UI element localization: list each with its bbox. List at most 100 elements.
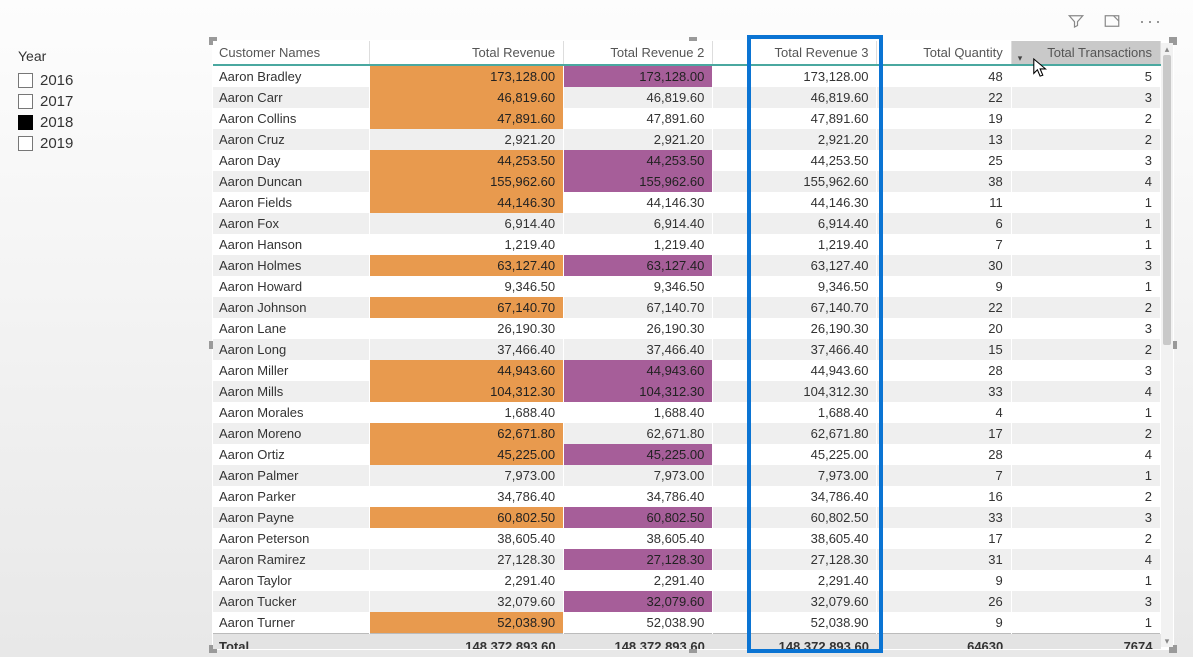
table-row[interactable]: Aaron Fields44,146.3044,146.3044,146.301…: [213, 192, 1161, 213]
cell: 28: [877, 360, 1011, 381]
cell: 45,225.00: [564, 444, 713, 465]
cell: 20: [877, 318, 1011, 339]
cell: 155,962.60: [713, 171, 877, 192]
table-row[interactable]: Aaron Duncan155,962.60155,962.60155,962.…: [213, 171, 1161, 192]
slicer-item-2017[interactable]: 2017: [18, 91, 168, 112]
table-row[interactable]: Aaron Taylor2,291.402,291.402,291.4091: [213, 570, 1161, 591]
column-header[interactable]: Customer Names: [213, 41, 370, 65]
cell: 26,190.30: [713, 318, 877, 339]
checkbox-icon[interactable]: [18, 136, 33, 151]
table-row[interactable]: Aaron Parker34,786.4034,786.4034,786.401…: [213, 486, 1161, 507]
column-header[interactable]: Total Quantity: [877, 41, 1011, 65]
table-row[interactable]: Aaron Ramirez27,128.3027,128.3027,128.30…: [213, 549, 1161, 570]
cell: 2: [1011, 339, 1160, 360]
table-row[interactable]: Aaron Bradley173,128.00173,128.00173,128…: [213, 65, 1161, 87]
cell: 7,973.00: [370, 465, 564, 486]
cell: 173,128.00: [564, 65, 713, 87]
cell: 1,219.40: [370, 234, 564, 255]
cell: 9,346.50: [713, 276, 877, 297]
cell: 3: [1011, 150, 1160, 171]
cell: 52,038.90: [564, 612, 713, 634]
cell: 38: [877, 171, 1011, 192]
cell: 3: [1011, 360, 1160, 381]
cell: 44,253.50: [564, 150, 713, 171]
table-row[interactable]: Aaron Day44,253.5044,253.5044,253.50253: [213, 150, 1161, 171]
cell: 67,140.70: [564, 297, 713, 318]
scroll-down-icon[interactable]: ▾: [1161, 635, 1173, 647]
focus-mode-icon[interactable]: [1103, 12, 1121, 30]
table-row[interactable]: Aaron Howard9,346.509,346.509,346.5091: [213, 276, 1161, 297]
cell: 1,688.40: [564, 402, 713, 423]
table-row[interactable]: Aaron Mills104,312.30104,312.30104,312.3…: [213, 381, 1161, 402]
table-visual: Customer NamesTotal RevenueTotal Revenue…: [212, 40, 1174, 650]
table-row[interactable]: Aaron Collins47,891.6047,891.6047,891.60…: [213, 108, 1161, 129]
scrollbar-thumb[interactable]: [1163, 55, 1171, 345]
cell: 31: [877, 549, 1011, 570]
slicer-item-2019[interactable]: 2019: [18, 133, 168, 154]
table-row[interactable]: Aaron Cruz2,921.202,921.202,921.20132: [213, 129, 1161, 150]
column-header[interactable]: ▾Total Transactions: [1011, 41, 1160, 65]
vertical-scrollbar[interactable]: ▴ ▾: [1161, 43, 1173, 647]
cell: 173,128.00: [370, 65, 564, 87]
table-row[interactable]: Aaron Payne60,802.5060,802.5060,802.5033…: [213, 507, 1161, 528]
cell: 37,466.40: [713, 339, 877, 360]
cell: 104,312.30: [564, 381, 713, 402]
cell: 1: [1011, 213, 1160, 234]
column-header[interactable]: Total Revenue: [370, 41, 564, 65]
table-row[interactable]: Aaron Morales1,688.401,688.401,688.4041: [213, 402, 1161, 423]
scroll-up-icon[interactable]: ▴: [1161, 43, 1173, 55]
total-cell: 148,372,893.60: [564, 634, 713, 650]
slicer-item-label: 2018: [40, 114, 73, 131]
cell: 3: [1011, 318, 1160, 339]
cell: Aaron Long: [213, 339, 370, 360]
cell: Aaron Fox: [213, 213, 370, 234]
column-header[interactable]: Total Revenue 3: [713, 41, 877, 65]
filter-icon[interactable]: [1067, 12, 1085, 30]
cell: 9: [877, 276, 1011, 297]
cell: 52,038.90: [370, 612, 564, 634]
cell: 2,921.20: [370, 129, 564, 150]
table-row[interactable]: Aaron Lane26,190.3026,190.3026,190.30203: [213, 318, 1161, 339]
cell: 6,914.40: [564, 213, 713, 234]
table-row[interactable]: Aaron Tucker32,079.6032,079.6032,079.602…: [213, 591, 1161, 612]
table-row[interactable]: Aaron Ortiz45,225.0045,225.0045,225.0028…: [213, 444, 1161, 465]
table-row[interactable]: Aaron Turner52,038.9052,038.9052,038.909…: [213, 612, 1161, 634]
cell: 46,819.60: [370, 87, 564, 108]
slicer-item-2016[interactable]: 2016: [18, 70, 168, 91]
table-row[interactable]: Aaron Palmer7,973.007,973.007,973.0071: [213, 465, 1161, 486]
table-row[interactable]: Aaron Holmes63,127.4063,127.4063,127.403…: [213, 255, 1161, 276]
cell: 37,466.40: [564, 339, 713, 360]
more-options-icon[interactable]: ···: [1139, 12, 1163, 30]
cell: 173,128.00: [713, 65, 877, 87]
cell: 2: [1011, 108, 1160, 129]
cell: Aaron Holmes: [213, 255, 370, 276]
table-row[interactable]: Aaron Long37,466.4037,466.4037,466.40152: [213, 339, 1161, 360]
cell: 44,253.50: [713, 150, 877, 171]
cell: 45,225.00: [713, 444, 877, 465]
table-row[interactable]: Aaron Johnson67,140.7067,140.7067,140.70…: [213, 297, 1161, 318]
cell: 7,973.00: [713, 465, 877, 486]
cell: Aaron Lane: [213, 318, 370, 339]
table-row[interactable]: Aaron Miller44,943.6044,943.6044,943.602…: [213, 360, 1161, 381]
checkbox-icon[interactable]: [18, 73, 33, 88]
checkbox-icon[interactable]: [18, 115, 33, 130]
column-header-label: Total Quantity: [923, 45, 1003, 60]
table-row[interactable]: Aaron Hanson1,219.401,219.401,219.4071: [213, 234, 1161, 255]
table-row[interactable]: Aaron Carr46,819.6046,819.6046,819.60223: [213, 87, 1161, 108]
cell: 3: [1011, 507, 1160, 528]
cell: 25: [877, 150, 1011, 171]
table-row[interactable]: Aaron Fox6,914.406,914.406,914.4061: [213, 213, 1161, 234]
table-row[interactable]: Aaron Moreno62,671.8062,671.8062,671.801…: [213, 423, 1161, 444]
column-header[interactable]: Total Revenue 2: [564, 41, 713, 65]
cell: 7: [877, 234, 1011, 255]
cell: 37,466.40: [370, 339, 564, 360]
slicer-item-2018[interactable]: 2018: [18, 112, 168, 133]
cell: 47,891.60: [370, 108, 564, 129]
table-row[interactable]: Aaron Peterson38,605.4038,605.4038,605.4…: [213, 528, 1161, 549]
cell: 15: [877, 339, 1011, 360]
cell: 3: [1011, 255, 1160, 276]
checkbox-icon[interactable]: [18, 94, 33, 109]
cell: 38,605.40: [370, 528, 564, 549]
cell: Aaron Duncan: [213, 171, 370, 192]
data-table: Customer NamesTotal RevenueTotal Revenue…: [213, 41, 1161, 649]
